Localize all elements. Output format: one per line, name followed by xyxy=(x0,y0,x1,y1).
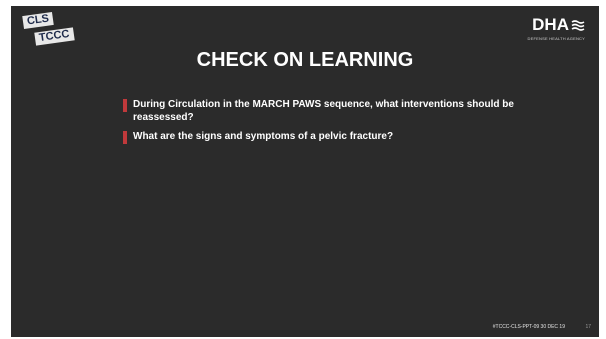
page-number: 17 xyxy=(585,324,591,330)
bullet-text: During Circulation in the MARCH PAWS seq… xyxy=(133,99,514,123)
slide: CLS TCCC DHA DEFENSE HEALTH AGENCY CHECK… xyxy=(11,6,599,337)
dha-logo-text: DHA xyxy=(532,15,569,34)
slide-footer-id: #TCCC-CLS-PPT-09 30 DEC 19 xyxy=(492,324,565,330)
bullet-marker xyxy=(123,99,127,112)
dha-logo: DHA DEFENSE HEALTH AGENCY xyxy=(521,16,585,50)
dha-wordmark: DHA xyxy=(532,16,585,34)
bullet-item: What are the signs and symptoms of a pel… xyxy=(123,130,543,144)
bullet-item: During Circulation in the MARCH PAWS seq… xyxy=(123,98,543,124)
bullet-marker xyxy=(123,131,127,144)
bullet-list: During Circulation in the MARCH PAWS seq… xyxy=(123,98,543,149)
tccc-logo-label: TCCC xyxy=(34,27,75,46)
slide-title: CHECK ON LEARNING xyxy=(196,49,414,71)
cls-tccc-logo: CLS TCCC xyxy=(22,11,83,50)
dha-logo-subtitle: DEFENSE HEALTH AGENCY xyxy=(527,36,585,41)
stars-stripes-flag-icon xyxy=(571,20,585,31)
cls-logo-label: CLS xyxy=(22,11,54,30)
bullet-text: What are the signs and symptoms of a pel… xyxy=(133,131,394,142)
